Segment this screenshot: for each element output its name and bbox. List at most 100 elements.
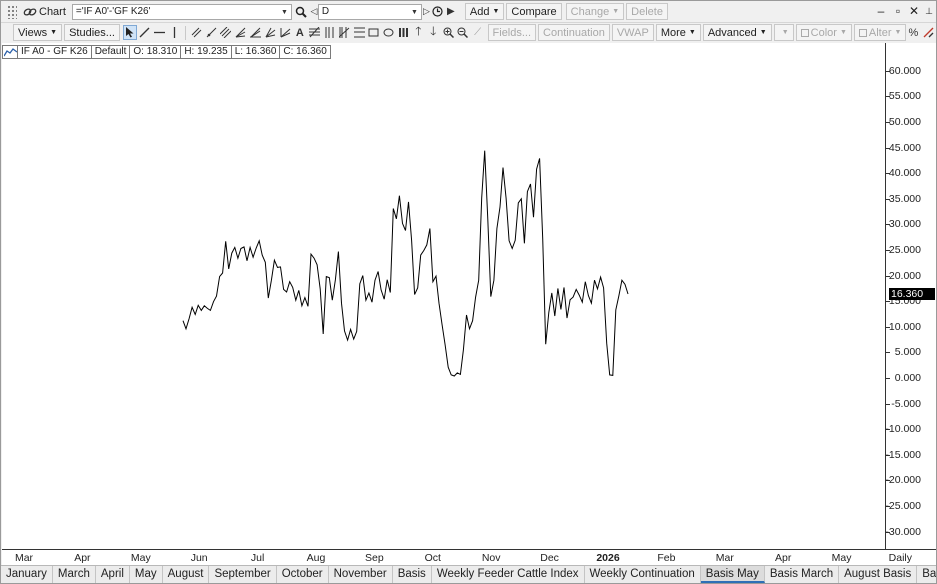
parallel-lines-icon[interactable] xyxy=(189,25,203,40)
legend-symbol[interactable]: IF A0 - GF K26 xyxy=(17,45,92,59)
style-dropdown[interactable]: ▼ xyxy=(773,24,794,41)
play-icon[interactable]: ▶ xyxy=(445,3,457,21)
chart-legend: IF A0 - GF K26 Default O: 18.310 H: 19.2… xyxy=(2,45,331,59)
y-axis-label: 50.000 xyxy=(888,116,921,128)
title-bar: Chart ='IF A0'-'GF K26' ▼ ◁ D ▼ ▷ ▶ Add ▼… xyxy=(1,1,936,23)
y-axis-label: -25.000 xyxy=(885,500,921,512)
chevron-down-icon[interactable]: ▼ xyxy=(411,5,418,20)
tab-january[interactable]: January xyxy=(1,566,53,583)
ellipse-icon[interactable] xyxy=(382,25,396,40)
chart-plot-area[interactable] xyxy=(2,43,885,549)
continuation-button[interactable]: Continuation xyxy=(538,24,610,41)
advanced-button[interactable]: Advanced ▼ xyxy=(702,24,772,41)
y-axis[interactable]: 60.000 55.000 50.000 45.000 40.000 35.000 30.0… xyxy=(885,43,936,549)
x-axis-label: Jul xyxy=(250,552,265,564)
chevron-down-icon: ▼ xyxy=(492,8,500,15)
fibonacci-icon[interactable] xyxy=(308,25,322,40)
link-icon[interactable] xyxy=(21,3,39,21)
fib-timezones-icon[interactable] xyxy=(337,25,351,40)
percent-button[interactable]: % xyxy=(906,25,920,40)
y-axis-label: 10.000 xyxy=(888,320,921,333)
tab-october[interactable]: October xyxy=(276,566,329,583)
search-icon[interactable] xyxy=(292,3,310,21)
back-arrow-icon[interactable]: ◁ xyxy=(310,3,318,21)
fields-button[interactable]: Fields... xyxy=(487,24,537,41)
more-button[interactable]: More ▼ xyxy=(655,24,701,41)
window-title: Chart xyxy=(39,5,66,18)
series-line[interactable] xyxy=(182,150,629,377)
gann-fan-icon[interactable] xyxy=(263,25,277,40)
chevron-down-icon[interactable]: ▼ xyxy=(281,5,288,20)
channel-icon[interactable] xyxy=(219,25,233,40)
fan-lines-icon[interactable] xyxy=(249,25,263,40)
tab-basis[interactable]: Basis xyxy=(392,566,432,583)
y-axis-label: -5.000 xyxy=(891,397,921,410)
tab-weekly-continuation[interactable]: Weekly Continuation xyxy=(584,566,701,583)
tab-august-basis[interactable]: August Basis xyxy=(839,566,918,583)
legend-template[interactable]: Default xyxy=(90,45,131,59)
trendline-icon[interactable] xyxy=(138,25,152,40)
add-button[interactable]: Add ▼ xyxy=(464,3,505,20)
ray-icon[interactable] xyxy=(204,25,218,40)
line-chart-icon[interactable] xyxy=(2,45,18,59)
toolbar-divider xyxy=(185,25,187,40)
tab-weekly-feeder-cattle-index[interactable]: Weekly Feeder Cattle Index xyxy=(431,566,585,583)
studies-button[interactable]: Studies... xyxy=(64,24,120,41)
symbol-input[interactable]: ='IF A0'-'GF K26' ▼ xyxy=(71,3,292,20)
zoom-in-icon[interactable] xyxy=(441,25,455,40)
fib-retracement-icon[interactable] xyxy=(352,25,366,40)
x-axis-label: Mar xyxy=(14,552,34,564)
tab-august[interactable]: August xyxy=(162,566,210,583)
tab-basis-se[interactable]: Basis Se xyxy=(917,566,936,583)
delete-button[interactable]: Delete xyxy=(626,3,668,20)
y-axis-label: 55.000 xyxy=(888,90,921,103)
pin-icon[interactable]: ⊥ xyxy=(921,3,937,19)
clear-drawings-icon[interactable]: ⟋ xyxy=(471,25,485,40)
tab-basis-march[interactable]: Basis March xyxy=(764,566,840,583)
horizontal-line-icon[interactable] xyxy=(153,25,167,40)
periodicity-label[interactable]: Daily xyxy=(889,552,912,564)
compare-button[interactable]: Compare xyxy=(506,3,562,20)
text-tool-icon[interactable]: A xyxy=(293,25,307,40)
chevron-down-icon: ▼ xyxy=(839,29,847,36)
chevron-down-icon: ▼ xyxy=(781,29,789,36)
arrow-up-icon[interactable]: 🡑 xyxy=(411,24,425,40)
chart-settings-icon[interactable] xyxy=(921,25,935,40)
tab-may[interactable]: May xyxy=(129,566,163,583)
clock-icon[interactable] xyxy=(431,3,445,21)
color-button[interactable]: Color ▼ xyxy=(795,24,852,41)
fib-arcs-icon[interactable] xyxy=(323,25,337,40)
speed-lines-icon[interactable] xyxy=(278,25,292,40)
x-axis[interactable]: Daily Mar Apr May Jun Jul Aug Sep Oct Nov Dec 2026… xyxy=(2,549,936,565)
last-value-marker: 16.360 xyxy=(889,288,935,301)
chevron-down-icon: ▼ xyxy=(612,8,620,15)
vertical-line-icon[interactable] xyxy=(168,25,182,40)
tab-november[interactable]: November xyxy=(328,566,393,583)
restore-icon[interactable]: ▫ xyxy=(890,3,906,19)
y-axis-label: -15.000 xyxy=(885,448,921,461)
tab-april[interactable]: April xyxy=(95,566,130,583)
x-axis-label: Aug xyxy=(306,552,326,564)
x-axis-label: Apr xyxy=(775,552,792,564)
alter-button[interactable]: Alter ▼ xyxy=(853,24,907,41)
forward-arrow-icon[interactable]: ▷ xyxy=(422,3,431,21)
views-button[interactable]: Views ▼ xyxy=(13,24,63,41)
change-button[interactable]: Change ▼ xyxy=(565,3,625,20)
legend-open: O: 18.310 xyxy=(129,45,182,59)
period-input[interactable]: D ▼ xyxy=(317,3,422,20)
drag-grip-icon[interactable] xyxy=(7,4,17,19)
close-icon[interactable]: ✕ xyxy=(906,3,922,19)
legend-high: H: 19.235 xyxy=(180,45,232,59)
bars-icon[interactable] xyxy=(397,25,411,40)
minimize-icon[interactable]: – xyxy=(873,3,889,19)
arrow-down-icon[interactable]: 🡓 xyxy=(426,24,440,40)
pointer-icon[interactable] xyxy=(122,25,137,40)
rectangle-icon[interactable] xyxy=(367,25,381,40)
tab-basis-may[interactable]: Basis May xyxy=(700,566,765,583)
tab-march[interactable]: March xyxy=(52,566,96,583)
vwap-button[interactable]: VWAP xyxy=(611,24,654,41)
fan-icon[interactable] xyxy=(234,25,248,40)
zoom-out-icon[interactable] xyxy=(456,25,470,40)
tab-september[interactable]: September xyxy=(209,566,277,583)
y-axis-label: 25.000 xyxy=(888,244,921,256)
